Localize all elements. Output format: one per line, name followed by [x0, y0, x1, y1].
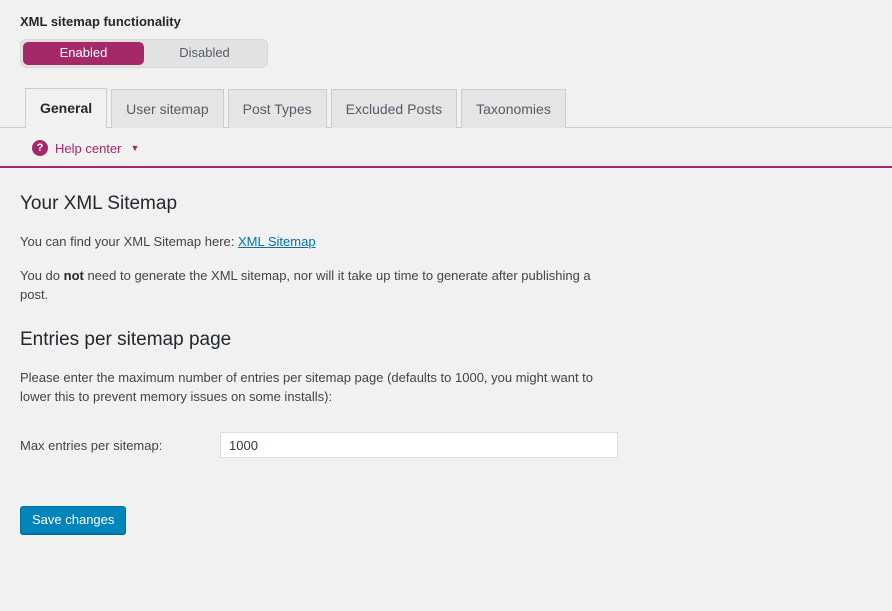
sitemap-generation-note: You do not need to generate the XML site…	[20, 266, 600, 304]
help-center-label[interactable]: Help center	[55, 141, 121, 156]
help-center-row: ? Help center ▼	[0, 128, 892, 168]
note-text-part2: need to generate the XML sitemap, nor wi…	[20, 268, 591, 302]
tab-general[interactable]: General	[25, 88, 108, 128]
tab-excluded-posts[interactable]: Excluded Posts	[330, 89, 458, 128]
save-changes-button[interactable]: Save changes	[20, 506, 127, 534]
settings-tab-bar: General User sitemap Post Types Excluded Po…	[0, 88, 892, 128]
note-text-part1: You do	[20, 268, 64, 283]
entries-description: Please enter the maximum number of entri…	[20, 370, 594, 404]
sitemap-location-paragraph: You can find your XML Sitemap here: XML …	[20, 232, 600, 251]
question-mark-icon: ?	[32, 140, 48, 156]
toggle-option-disabled[interactable]: Disabled	[144, 42, 265, 65]
xml-sitemap-toggle-group[interactable]: Enabled Disabled	[20, 39, 268, 68]
your-xml-sitemap-heading: Your XML Sitemap	[20, 193, 178, 214]
toggle-option-enabled[interactable]: Enabled	[23, 42, 144, 65]
tab-user-sitemap[interactable]: User sitemap	[111, 89, 224, 128]
settings-content: Your XML Sitemap You can find your XML S…	[0, 191, 892, 534]
max-entries-field-row: Max entries per sitemap:	[20, 432, 872, 458]
xml-sitemap-link[interactable]: XML Sitemap	[238, 234, 316, 249]
entries-per-sitemap-page-heading: Entries per sitemap page	[20, 329, 232, 350]
max-entries-label: Max entries per sitemap:	[20, 437, 163, 453]
xml-sitemap-functionality-section: XML sitemap functionality Enabled Disabl…	[0, 0, 892, 68]
chevron-down-icon[interactable]: ▼	[130, 143, 139, 153]
note-text-emphasis: not	[63, 268, 84, 283]
max-entries-input[interactable]	[220, 432, 618, 458]
sitemap-location-prefix: You can find your XML Sitemap here:	[20, 234, 238, 249]
tab-post-types[interactable]: Post Types	[227, 89, 327, 128]
section-title: XML sitemap functionality	[20, 14, 181, 29]
tab-taxonomies[interactable]: Taxonomies	[461, 89, 566, 128]
